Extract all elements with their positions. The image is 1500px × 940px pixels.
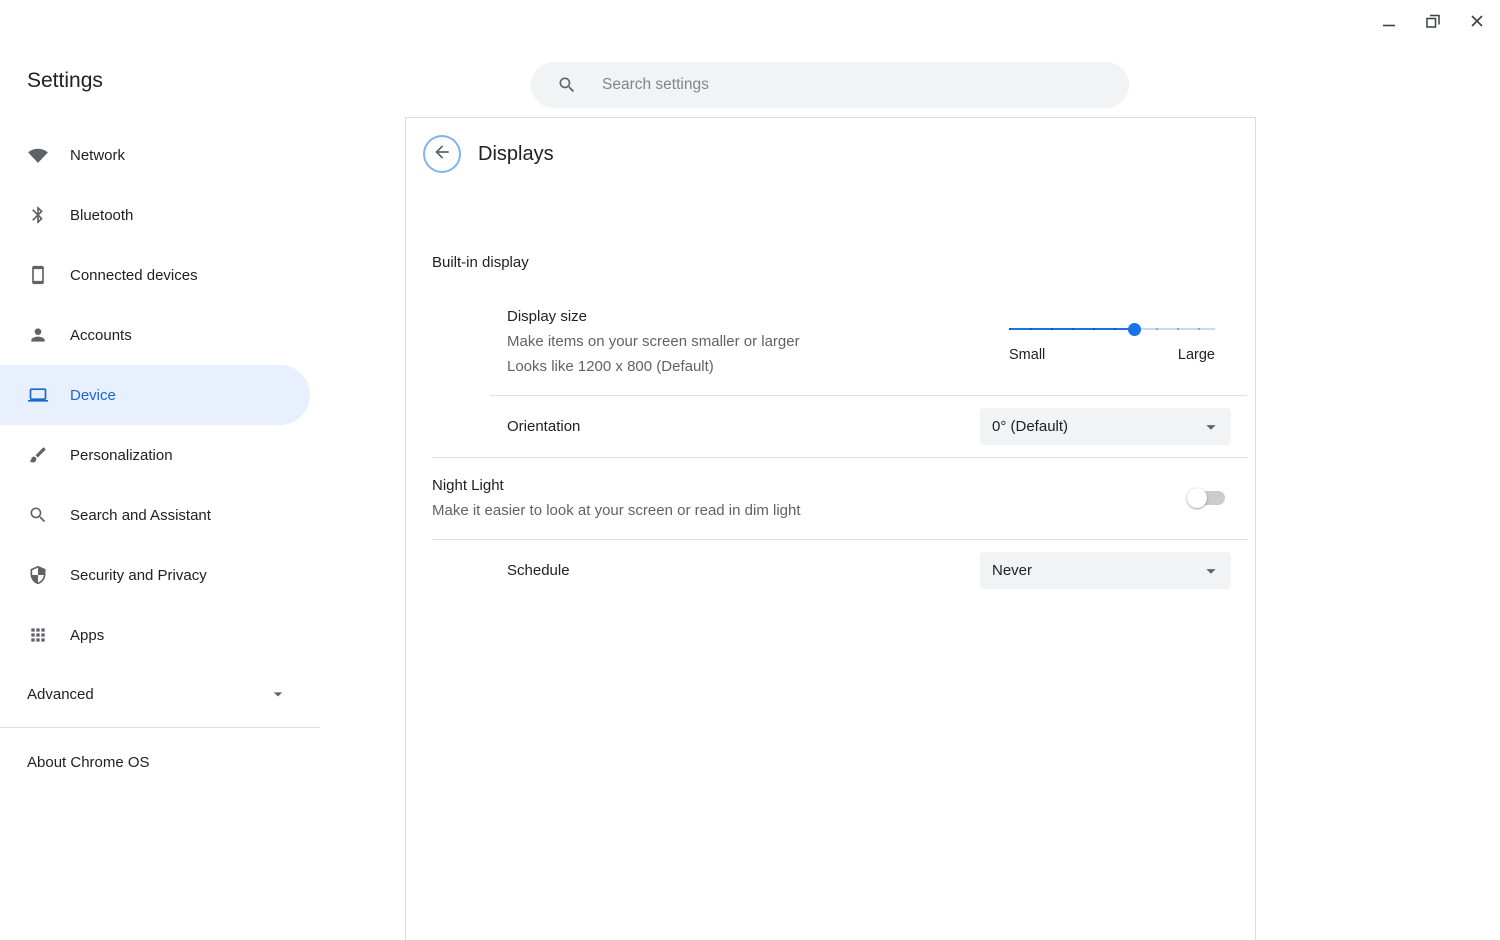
night-light-toggle[interactable] xyxy=(1189,490,1225,506)
night-light-text: Night Light Make it easier to look at yo… xyxy=(432,473,801,523)
sidebar-item-label: Search and Assistant xyxy=(70,507,211,524)
bluetooth-icon xyxy=(28,205,48,225)
minimize-button[interactable] xyxy=(1376,8,1402,34)
sidebar-item-security-and-privacy[interactable]: Security and Privacy xyxy=(0,545,405,605)
display-size-title: Display size xyxy=(507,304,800,329)
sidebar-advanced-toggle[interactable]: Advanced xyxy=(0,667,310,721)
display-size-slider-block: Small Large xyxy=(1009,304,1215,379)
content-panel: Displays Built-in display Display size M… xyxy=(405,117,1256,940)
sidebar: Network Bluetooth Connected devices Acco… xyxy=(0,117,405,771)
orientation-dropdown[interactable]: 0° (Default) xyxy=(980,408,1231,445)
page-header: Displays xyxy=(406,118,1255,173)
orientation-label: Orientation xyxy=(507,418,580,435)
display-size-row: Display size Make items on your screen s… xyxy=(406,304,1255,379)
sidebar-item-network[interactable]: Network xyxy=(0,125,405,185)
schedule-label: Schedule xyxy=(507,562,570,579)
sidebar-item-apps[interactable]: Apps xyxy=(0,605,405,665)
search-input[interactable] xyxy=(600,75,1109,95)
sidebar-item-label: Bluetooth xyxy=(70,207,133,224)
schedule-dropdown[interactable]: Never xyxy=(980,552,1231,589)
back-button[interactable] xyxy=(423,135,461,173)
sidebar-item-bluetooth[interactable]: Bluetooth xyxy=(0,185,405,245)
display-size-slider-thumb[interactable] xyxy=(1128,323,1141,336)
sidebar-item-label: Network xyxy=(70,147,125,164)
sidebar-item-label: Connected devices xyxy=(70,267,198,284)
sidebar-item-label: Accounts xyxy=(70,327,132,344)
shield-icon xyxy=(28,565,48,585)
sidebar-item-label: Apps xyxy=(70,627,104,644)
arrow-back-icon xyxy=(432,142,452,167)
sidebar-item-connected-devices[interactable]: Connected devices xyxy=(0,245,405,305)
display-size-current: Looks like 1200 x 800 (Default) xyxy=(507,354,800,379)
night-light-row: Night Light Make it easier to look at yo… xyxy=(406,458,1255,539)
slider-max-label: Large xyxy=(1178,347,1215,363)
night-light-subtitle: Make it easier to look at your screen or… xyxy=(432,498,801,523)
section-title: Built-in display xyxy=(432,254,1255,271)
slider-min-label: Small xyxy=(1009,347,1045,363)
sidebar-item-label: Personalization xyxy=(70,447,173,464)
chevron-down-icon xyxy=(268,684,288,704)
sidebar-item-label: Security and Privacy xyxy=(70,567,207,584)
display-size-slider[interactable] xyxy=(1009,322,1215,336)
window-controls xyxy=(1376,8,1490,34)
display-size-slider-active xyxy=(1009,328,1135,330)
search-icon xyxy=(28,505,48,525)
orientation-row: Orientation 0° (Default) xyxy=(406,396,1255,457)
sidebar-item-accounts[interactable]: Accounts xyxy=(0,305,405,365)
chevron-down-icon xyxy=(1200,560,1222,582)
app-title: Settings xyxy=(27,69,103,93)
orientation-value: 0° (Default) xyxy=(992,418,1068,435)
advanced-label: Advanced xyxy=(27,686,94,703)
search-bar[interactable] xyxy=(531,62,1129,108)
smartphone-icon xyxy=(28,265,48,285)
schedule-value: Never xyxy=(992,562,1032,579)
page-title: Displays xyxy=(478,143,554,166)
close-button[interactable] xyxy=(1464,8,1490,34)
sidebar-item-device[interactable]: Device xyxy=(0,365,310,425)
sidebar-item-personalization[interactable]: Personalization xyxy=(0,425,405,485)
night-light-title: Night Light xyxy=(432,473,801,498)
search-icon xyxy=(557,75,577,95)
schedule-row: Schedule Never xyxy=(406,540,1255,601)
sidebar-item-search-and-assistant[interactable]: Search and Assistant xyxy=(0,485,405,545)
sidebar-item-about-chrome-os[interactable]: About Chrome OS xyxy=(0,728,405,771)
toggle-knob xyxy=(1187,488,1207,508)
person-icon xyxy=(28,325,48,345)
apps-grid-icon xyxy=(28,625,48,645)
laptop-icon xyxy=(28,385,48,405)
brush-icon xyxy=(28,445,48,465)
sidebar-item-label: Device xyxy=(70,387,116,404)
slider-labels: Small Large xyxy=(1009,347,1215,363)
restore-button[interactable] xyxy=(1420,8,1446,34)
chevron-down-icon xyxy=(1200,416,1222,438)
wifi-icon xyxy=(28,145,48,165)
display-size-description: Make items on your screen smaller or lar… xyxy=(507,329,800,354)
display-size-text: Display size Make items on your screen s… xyxy=(507,304,800,379)
